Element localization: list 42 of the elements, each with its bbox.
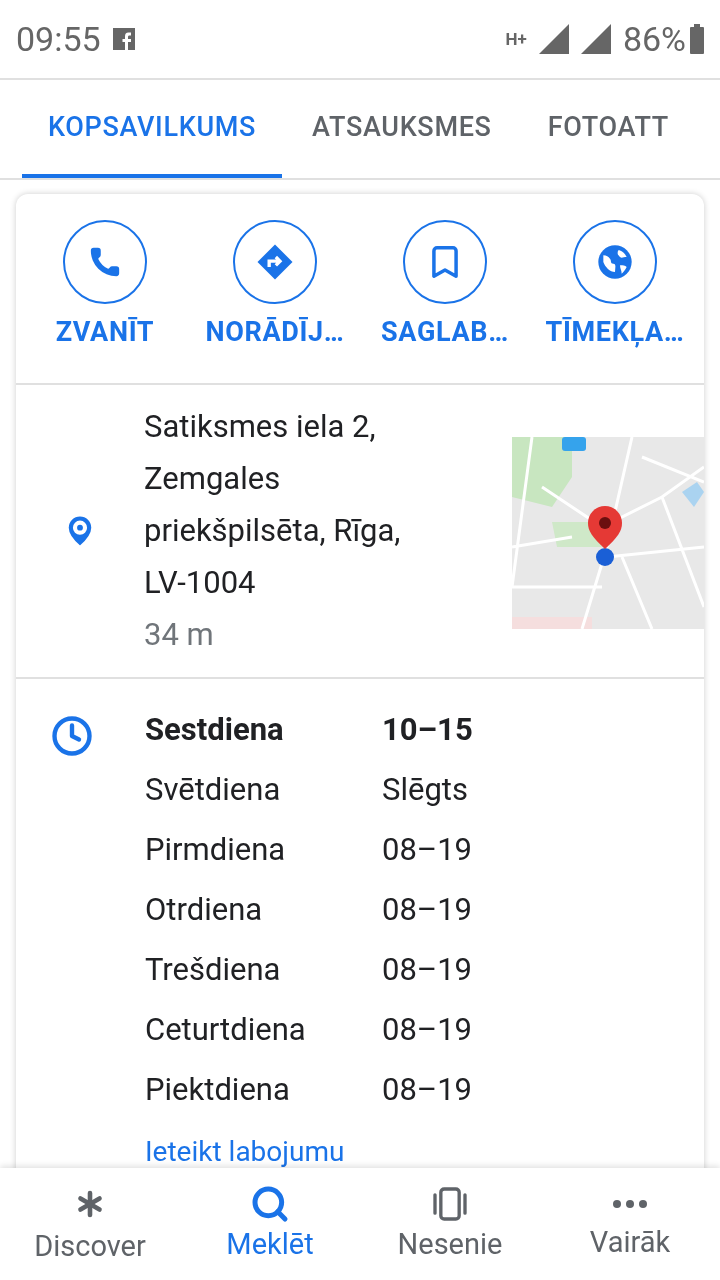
distance-text: 34 m — [144, 614, 215, 655]
action-button[interactable]: SAGLAB… — [363, 220, 527, 353]
clock-icon — [51, 714, 93, 757]
opening-hours: 08–19 — [382, 1070, 473, 1111]
opening-hours: 08–19 — [382, 830, 473, 871]
tab[interactable]: ATSAUKSMES — [286, 80, 518, 178]
nav-item[interactable]: Vairāk — [540, 1168, 720, 1280]
day-name: Piektdiena — [145, 1070, 291, 1111]
opening-hours: 08–19 — [382, 890, 473, 931]
action-button[interactable]: ZVANĪT — [23, 220, 187, 353]
opening-hours: Slēgts — [382, 770, 468, 811]
signal-icon — [538, 24, 569, 54]
opening-hours: 10–15 — [382, 710, 473, 751]
opening-hours: 08–19 — [382, 1010, 473, 1051]
nav-item[interactable]: Nesenie — [360, 1168, 540, 1280]
day-name: Pirmdiena — [145, 830, 287, 871]
signal-icon — [580, 24, 611, 54]
more-icon — [613, 1200, 647, 1208]
battery-icon — [690, 24, 704, 54]
tab[interactable]: FOTOATT — [521, 80, 695, 178]
day-name: Sestdiena — [145, 710, 285, 751]
facebook-icon — [112, 28, 135, 50]
cards-icon — [430, 1184, 470, 1224]
action-button[interactable]: NORĀDĪJ… — [193, 220, 357, 353]
globe-icon — [595, 242, 635, 282]
directions-icon — [255, 242, 295, 282]
nav-item[interactable]: Discover — [0, 1168, 180, 1280]
search-icon — [250, 1184, 290, 1224]
day-name: Svētdiena — [145, 770, 282, 811]
phone-icon — [88, 245, 122, 279]
action-button[interactable]: TĪMEKĻA… — [533, 220, 697, 353]
day-name: Otrdiena — [145, 890, 264, 931]
battery-level: 86% — [622, 17, 686, 61]
network-type: H+ — [505, 30, 527, 48]
suggest-edit-link[interactable]: Ieteikt labojumu — [145, 1130, 473, 1168]
day-name: Ceturtdiena — [145, 1010, 307, 1051]
nav-item[interactable]: Meklēt — [180, 1168, 360, 1280]
tab[interactable]: KOPSAVILKUMS — [22, 80, 283, 178]
opening-hours: 08–19 — [382, 950, 473, 991]
day-name: Trešdiena — [145, 950, 282, 991]
status-time: 09:55 — [16, 17, 101, 61]
address-text: Satiksmes iela 2, Zemgales priekšpilsēta, Rīga, LV-1004 — [144, 406, 402, 603]
